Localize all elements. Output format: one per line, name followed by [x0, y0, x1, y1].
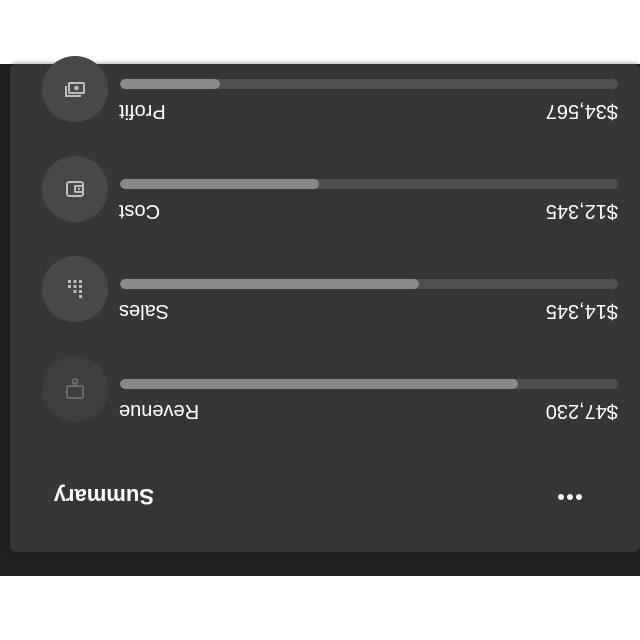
- progress-fill: [120, 79, 220, 89]
- metric-label: Profit: [119, 100, 166, 122]
- more-options-button[interactable]: [556, 484, 584, 510]
- progress-bar: [120, 79, 618, 89]
- progress-bar: [120, 279, 618, 289]
- more-horizontal-icon-dot: [558, 494, 564, 500]
- metric-value: $47,230: [545, 400, 618, 422]
- metric-label: Cost: [119, 200, 161, 222]
- progress-bar: [120, 379, 618, 389]
- metric-value: $12,345: [545, 200, 618, 222]
- screen: Summary $47,230 Revenue $14,345 Sales $1…: [0, 0, 640, 640]
- metric-label: Revenue: [119, 400, 200, 422]
- receipt-icon: [42, 356, 108, 422]
- progress-fill: [120, 379, 519, 389]
- progress-fill: [120, 179, 320, 189]
- metric-profit: $34,567 Profit: [30, 52, 618, 122]
- more-horizontal-icon: [576, 494, 582, 500]
- bar-chart-icon: [42, 256, 108, 322]
- metric-revenue: $47,230 Revenue: [30, 352, 618, 422]
- metric-value: $14,345: [545, 300, 618, 322]
- cash-icon: [42, 56, 108, 122]
- more-horizontal-icon-dot: [567, 494, 573, 500]
- card-title: Summary: [53, 484, 154, 509]
- wallet-icon: [42, 156, 108, 222]
- progress-fill: [120, 279, 419, 289]
- metric-cost: $12,345 Cost: [30, 152, 618, 222]
- progress-bar: [120, 179, 618, 189]
- summary-card: Summary $47,230 Revenue $14,345 Sales $1…: [10, 56, 640, 552]
- metric-sales: $14,345 Sales: [30, 252, 618, 322]
- metric-value: $34,567: [545, 100, 618, 122]
- metric-label: Sales: [119, 300, 170, 322]
